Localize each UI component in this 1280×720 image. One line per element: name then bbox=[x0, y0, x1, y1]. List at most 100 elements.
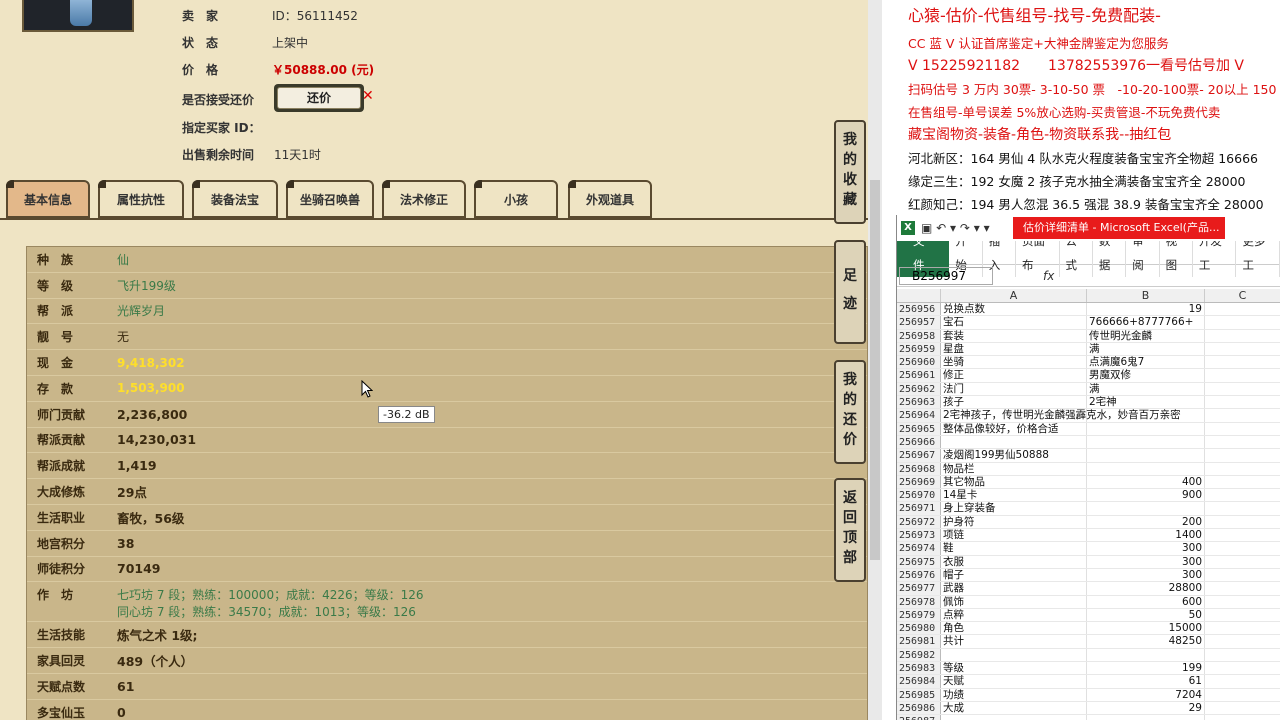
cell-a[interactable]: 整体品像较好，价格合适 bbox=[941, 422, 1087, 435]
cell-c[interactable] bbox=[1205, 502, 1280, 514]
cell-b[interactable]: 满 bbox=[1087, 342, 1205, 356]
cell-a[interactable]: 天赋 bbox=[941, 675, 1087, 688]
cell-b[interactable]: 7204 bbox=[1087, 688, 1205, 701]
cell-c[interactable] bbox=[1205, 702, 1280, 714]
cell-b[interactable] bbox=[1087, 422, 1205, 435]
cell-b[interactable]: 1400 bbox=[1087, 529, 1205, 542]
cell-c[interactable] bbox=[1205, 689, 1280, 701]
cell-c[interactable] bbox=[1205, 396, 1280, 408]
row-number[interactable]: 256978 bbox=[897, 595, 941, 608]
cell-a[interactable]: 物品栏 bbox=[941, 462, 1087, 475]
counter-offer-button[interactable]: 还价 bbox=[274, 84, 364, 112]
row-number[interactable]: 256980 bbox=[897, 622, 941, 635]
row-number[interactable]: 256966 bbox=[897, 435, 941, 449]
row-number[interactable]: 256957 bbox=[897, 316, 941, 329]
cell-a[interactable]: 角色 bbox=[941, 622, 1087, 635]
cell-b[interactable]: 15000 bbox=[1087, 622, 1205, 635]
cell-c[interactable] bbox=[1205, 529, 1280, 541]
row-number[interactable]: 256973 bbox=[897, 529, 941, 542]
cell-b[interactable]: 61 bbox=[1087, 675, 1205, 688]
cell-a[interactable]: 星盘 bbox=[941, 342, 1087, 356]
cell-a[interactable]: 项链 bbox=[941, 529, 1087, 542]
cell-b[interactable]: 300 bbox=[1087, 542, 1205, 555]
cell-c[interactable] bbox=[1205, 409, 1280, 421]
cell-c[interactable] bbox=[1205, 596, 1280, 608]
row-number[interactable]: 256964 bbox=[897, 409, 941, 422]
side-button-1[interactable]: 足迹 bbox=[834, 240, 866, 344]
cell-a[interactable]: 功绩 bbox=[941, 688, 1087, 701]
cell-c[interactable] bbox=[1205, 675, 1280, 687]
cell-b[interactable] bbox=[1087, 409, 1205, 422]
column-header-C[interactable]: C bbox=[1205, 289, 1280, 302]
cell-c[interactable] bbox=[1205, 463, 1280, 475]
cell-b[interactable] bbox=[1087, 502, 1205, 515]
corner-cell[interactable] bbox=[897, 289, 941, 302]
tab-6[interactable]: 外观道具 bbox=[568, 180, 652, 218]
cell-b[interactable]: 900 bbox=[1087, 489, 1205, 502]
cell-a[interactable]: 孩子 bbox=[941, 396, 1087, 409]
tab-4[interactable]: 法术修正 bbox=[382, 180, 466, 218]
cell-b[interactable] bbox=[1087, 449, 1205, 462]
cell-a[interactable]: 2宅神孩子，传世明光金麟强霹克水，妙音百万亲密 bbox=[941, 409, 1181, 422]
cell-b[interactable]: 199 bbox=[1087, 662, 1205, 675]
cell-a[interactable]: 武器 bbox=[941, 582, 1087, 595]
cell-b[interactable]: 48250 bbox=[1087, 635, 1205, 648]
row-number[interactable]: 256970 bbox=[897, 489, 941, 502]
tab-3[interactable]: 坐骑召唤兽 bbox=[286, 180, 374, 218]
fx-icon[interactable]: fx bbox=[1043, 269, 1054, 283]
tab-5[interactable]: 小孩 bbox=[474, 180, 558, 218]
cell-c[interactable] bbox=[1205, 542, 1280, 554]
cell-a[interactable]: 等级 bbox=[941, 662, 1087, 675]
quick-access-icons[interactable]: ▣ ↶ ▾ ↷ ▾ ▾ bbox=[921, 221, 990, 235]
cell-a[interactable]: 护身符 bbox=[941, 515, 1087, 529]
row-number[interactable]: 256971 bbox=[897, 502, 941, 515]
cell-c[interactable] bbox=[1205, 303, 1280, 315]
cell-b[interactable]: 28800 bbox=[1087, 582, 1205, 595]
cell-b[interactable]: 29 bbox=[1087, 701, 1205, 715]
cell-c[interactable] bbox=[1205, 582, 1280, 594]
cell-c[interactable] bbox=[1205, 436, 1280, 448]
cell-b[interactable]: 300 bbox=[1087, 555, 1205, 568]
cell-b[interactable] bbox=[1087, 715, 1205, 720]
row-number[interactable]: 256961 bbox=[897, 369, 941, 382]
row-number[interactable]: 256979 bbox=[897, 608, 941, 622]
cell-a[interactable]: 点粹 bbox=[941, 608, 1087, 622]
cell-c[interactable] bbox=[1205, 649, 1280, 661]
cell-c[interactable] bbox=[1205, 622, 1280, 634]
cell-a[interactable] bbox=[941, 715, 1087, 720]
cell-b[interactable]: 200 bbox=[1087, 515, 1205, 529]
cell-b[interactable]: 300 bbox=[1087, 568, 1205, 582]
cell-a[interactable]: 其它物品 bbox=[941, 475, 1087, 489]
cell-a[interactable]: 兑换点数 bbox=[941, 303, 1087, 316]
cell-c[interactable] bbox=[1205, 476, 1280, 488]
cell-a[interactable]: 衣服 bbox=[941, 555, 1087, 568]
column-header-A[interactable]: A bbox=[941, 289, 1087, 302]
cell-c[interactable] bbox=[1205, 343, 1280, 355]
cell-c[interactable] bbox=[1205, 569, 1280, 581]
cell-b[interactable] bbox=[1087, 435, 1205, 449]
cell-c[interactable] bbox=[1205, 330, 1280, 342]
cell-c[interactable] bbox=[1205, 383, 1280, 395]
cell-a[interactable]: 共计 bbox=[941, 635, 1087, 648]
row-number[interactable]: 256967 bbox=[897, 449, 941, 462]
cell-c[interactable] bbox=[1205, 715, 1280, 720]
row-number[interactable]: 256965 bbox=[897, 422, 941, 435]
side-button-2[interactable]: 我的还价 bbox=[834, 360, 866, 464]
side-button-3[interactable]: 返回顶部 bbox=[834, 478, 866, 582]
cell-a[interactable]: 鞋 bbox=[941, 542, 1087, 555]
row-number[interactable]: 256985 bbox=[897, 688, 941, 701]
cell-c[interactable] bbox=[1205, 635, 1280, 647]
row-number[interactable]: 256977 bbox=[897, 582, 941, 595]
row-number[interactable]: 256960 bbox=[897, 356, 941, 369]
cell-c[interactable] bbox=[1205, 609, 1280, 621]
cell-a[interactable]: 宝石 bbox=[941, 316, 1087, 329]
cell-b[interactable]: 400 bbox=[1087, 475, 1205, 489]
side-button-0[interactable]: 我的收藏 bbox=[834, 120, 866, 224]
column-header-B[interactable]: B bbox=[1087, 289, 1205, 302]
row-number[interactable]: 256983 bbox=[897, 662, 941, 675]
cell-a[interactable]: 坐骑 bbox=[941, 356, 1087, 369]
cell-b[interactable]: 50 bbox=[1087, 608, 1205, 622]
row-number[interactable]: 256963 bbox=[897, 396, 941, 409]
row-number[interactable]: 256982 bbox=[897, 648, 941, 662]
cell-b[interactable]: 满 bbox=[1087, 382, 1205, 396]
